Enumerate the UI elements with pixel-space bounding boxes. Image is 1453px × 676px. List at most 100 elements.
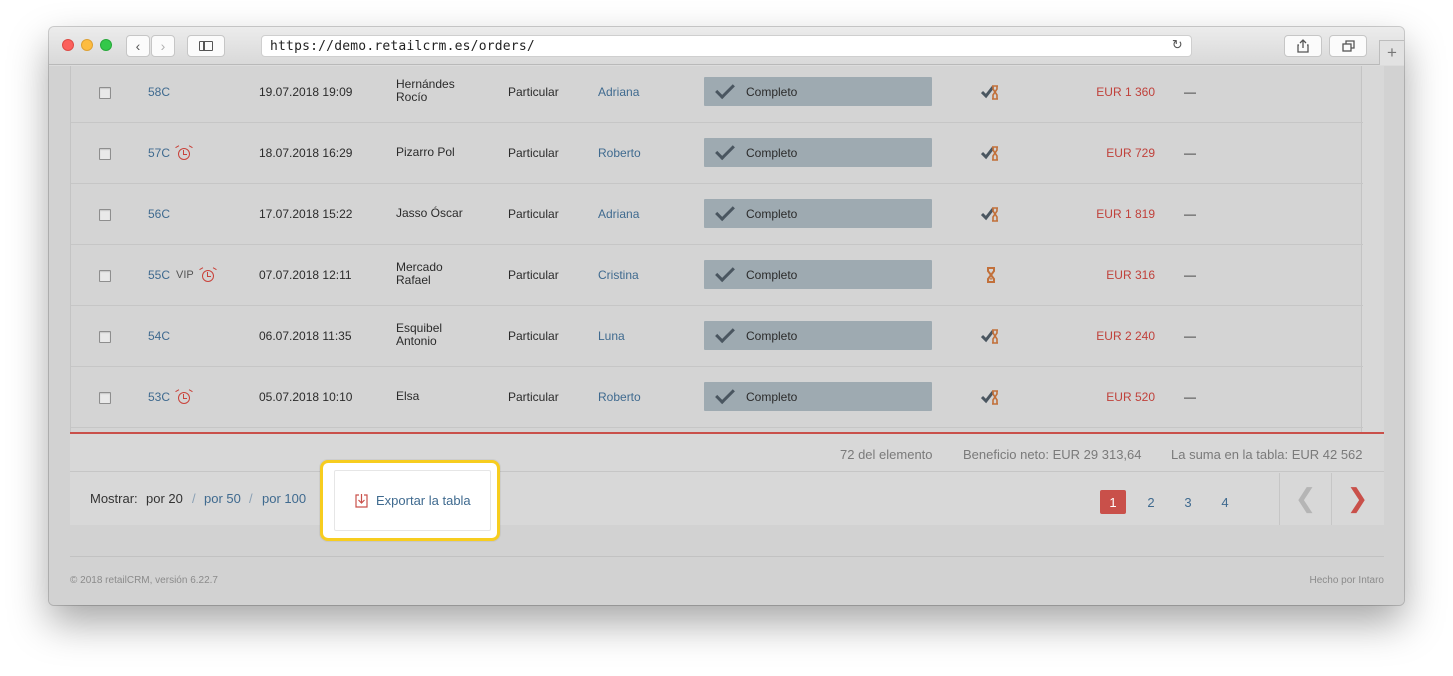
alarm-clock-icon [200, 268, 216, 282]
forward-button[interactable]: › [151, 35, 175, 57]
new-tab-button[interactable]: + [1379, 40, 1404, 65]
manager-link[interactable]: Roberto [598, 146, 641, 160]
export-label: Exportar la tabla [376, 493, 471, 508]
separator: / [249, 491, 253, 506]
back-button[interactable]: ‹ [126, 35, 150, 57]
order-number-link[interactable]: 56C [148, 207, 170, 221]
order-row[interactable]: 58C 19.07.2018 19:09 Hernándes Rocío Particu… [71, 62, 1363, 123]
alarm-clock-icon [176, 146, 192, 160]
table-sum: La suma en la tabla: EUR 42 562 [1171, 447, 1363, 462]
minimize-window-button[interactable] [81, 39, 93, 51]
page-content: 58C 19.07.2018 19:09 Hernándes Rocío Particu… [49, 66, 1404, 605]
manager-link[interactable]: Luna [598, 329, 625, 343]
row-checkbox[interactable] [99, 331, 111, 343]
order-number-link[interactable]: 53C [148, 390, 170, 404]
row-checkbox[interactable] [99, 87, 111, 99]
customer-name-line: Jasso Óscar [396, 206, 463, 220]
order-number-cell: 58C [148, 85, 170, 99]
delivery-check-icon [981, 390, 998, 405]
customer-name: Jasso Óscar [396, 207, 486, 220]
items-count: 72 del elemento [840, 447, 933, 462]
row-checkbox[interactable] [99, 270, 111, 282]
row-checkbox[interactable] [99, 148, 111, 160]
status-badge[interactable]: Completo [704, 321, 932, 350]
made-by-link[interactable]: Hecho por Intaro [1310, 575, 1385, 586]
per-page-50-link[interactable]: por 50 [204, 491, 241, 506]
order-row[interactable]: 54C 06.07.2018 11:35 Esquibel Antonio Partic… [71, 306, 1363, 367]
order-number-link[interactable]: 58C [148, 85, 170, 99]
customer-name: Esquibel Antonio [396, 322, 486, 348]
status-badge[interactable]: Completo [704, 138, 932, 167]
zoom-window-button[interactable] [100, 39, 112, 51]
customer-name-line: Rocío [396, 90, 428, 104]
share-button[interactable] [1284, 35, 1322, 57]
empty-cell: — [1184, 390, 1196, 404]
status-badge[interactable]: Completo [704, 199, 932, 228]
per-page-100-link[interactable]: por 100 [262, 491, 306, 506]
hourglass-icon [987, 267, 995, 283]
manager-link[interactable]: Adriana [598, 85, 639, 99]
empty-cell: — [1184, 329, 1196, 343]
close-window-button[interactable] [62, 39, 74, 51]
reload-icon[interactable]: ↻ [1172, 38, 1183, 53]
customer-type: Particular [508, 390, 559, 404]
status-label: Completo [746, 84, 798, 99]
url-text: https://demo.retailcrm.es/orders/ [270, 38, 535, 54]
order-row[interactable]: 57C 18.07.2018 16:29 Pizarro Pol Particular… [71, 123, 1363, 184]
order-date: 18.07.2018 16:29 [259, 146, 353, 160]
row-checkbox[interactable] [99, 209, 111, 221]
order-date: 05.07.2018 10:10 [259, 390, 353, 404]
order-row[interactable]: 55C VIP 07.07.2018 12:11 Mercado Rafael Parti… [71, 245, 1363, 306]
order-total: EUR 729 [1106, 146, 1155, 160]
order-row[interactable]: 53C 05.07.2018 10:10 Elsa Particular Roberto… [71, 367, 1363, 428]
manager-link[interactable]: Roberto [598, 390, 641, 404]
customer-name-line: Elsa [396, 389, 420, 403]
copyright-text: © 2018 retailCRM, versión 6.22.7 [70, 575, 218, 586]
order-number-link[interactable]: 55C [148, 268, 170, 282]
empty-cell: — [1184, 146, 1196, 160]
order-total: EUR 520 [1106, 390, 1155, 404]
status-badge[interactable]: Completo [704, 260, 932, 289]
order-total: EUR 1 360 [1096, 85, 1155, 99]
check-icon [715, 383, 735, 404]
customer-name: Mercado Rafael [396, 261, 486, 287]
empty-cell: — [1184, 268, 1196, 282]
export-table-button[interactable]: Exportar la tabla [334, 470, 491, 531]
order-number-link[interactable]: 54C [148, 329, 170, 343]
export-highlight: Exportar la tabla [320, 460, 500, 541]
show-tabs-button[interactable] [1329, 35, 1367, 57]
order-number-cell: 56C [148, 207, 170, 221]
order-date: 06.07.2018 11:35 [259, 329, 352, 343]
status-badge[interactable]: Completo [704, 382, 932, 411]
delivery-check-icon [981, 146, 998, 161]
browser-toolbar: ‹ › https://demo.retailcrm.es/orders/ ↻ … [49, 27, 1404, 65]
prev-page-button[interactable]: ❮ [1279, 473, 1331, 525]
status-badge[interactable]: Completo [704, 77, 932, 106]
empty-cell: — [1184, 207, 1196, 221]
manager-link[interactable]: Cristina [598, 268, 639, 282]
order-number-link[interactable]: 57C [148, 146, 170, 160]
check-icon [715, 261, 735, 282]
order-number-cell: 54C [148, 329, 170, 343]
page-2-button[interactable]: 2 [1138, 490, 1164, 514]
customer-name: Pizarro Pol [396, 146, 486, 159]
page-4-button[interactable]: 4 [1212, 490, 1238, 514]
order-total: EUR 2 240 [1096, 329, 1155, 343]
manager-link[interactable]: Adriana [598, 207, 639, 221]
page-1-button[interactable]: 1 [1100, 490, 1126, 514]
address-bar[interactable]: https://demo.retailcrm.es/orders/ ↻ [261, 35, 1192, 57]
sidebar-toggle-button[interactable] [187, 35, 225, 57]
row-checkbox[interactable] [99, 392, 111, 404]
status-label: Completo [746, 206, 798, 221]
net-profit: Beneficio neto: EUR 29 313,64 [963, 447, 1142, 462]
status-label: Completo [746, 145, 798, 160]
order-row[interactable]: 56C 17.07.2018 15:22 Jasso Óscar Particular… [71, 184, 1363, 245]
tabs-icon [1341, 40, 1355, 52]
next-page-button[interactable]: ❯ [1331, 473, 1383, 525]
customer-type: Particular [508, 268, 559, 282]
pagination-bar: Mostrar: por 20 / por 50 / por 100 1 2 3… [70, 473, 1384, 525]
page-3-button[interactable]: 3 [1175, 490, 1201, 514]
separator: / [192, 491, 196, 506]
order-number-cell: 55C VIP [148, 268, 216, 282]
status-label: Completo [746, 267, 798, 282]
